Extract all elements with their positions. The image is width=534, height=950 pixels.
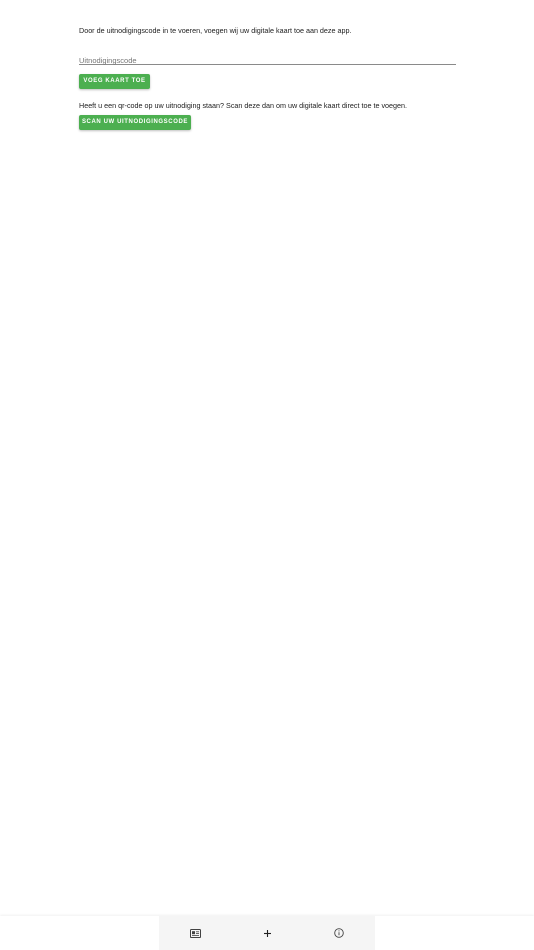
info-icon [334, 928, 344, 938]
nav-item-add[interactable] [247, 916, 287, 950]
invitation-code-field[interactable] [79, 50, 456, 68]
bottom-navigation-bar [0, 916, 534, 950]
nav-item-cards[interactable] [175, 916, 215, 950]
plus-icon [263, 929, 272, 938]
scan-invitation-code-button[interactable]: SCAN UW UITNODIGINGSCODE [79, 115, 191, 130]
add-card-button[interactable]: VOEG KAART TOE [79, 74, 150, 89]
intro-text: Door de uitnodigingscode in te voeren, v… [79, 26, 352, 35]
invitation-code-input[interactable] [79, 53, 456, 68]
qr-instruction-text: Heeft u een qr-code op uw uitnodiging st… [79, 101, 408, 110]
card-icon [189, 928, 201, 938]
nav-item-info[interactable] [319, 916, 359, 950]
main-content: Door de uitnodigingscode in te voeren, v… [79, 26, 456, 130]
bottom-navigation [159, 916, 375, 950]
page: Door de uitnodigingscode in te voeren, v… [0, 0, 534, 950]
